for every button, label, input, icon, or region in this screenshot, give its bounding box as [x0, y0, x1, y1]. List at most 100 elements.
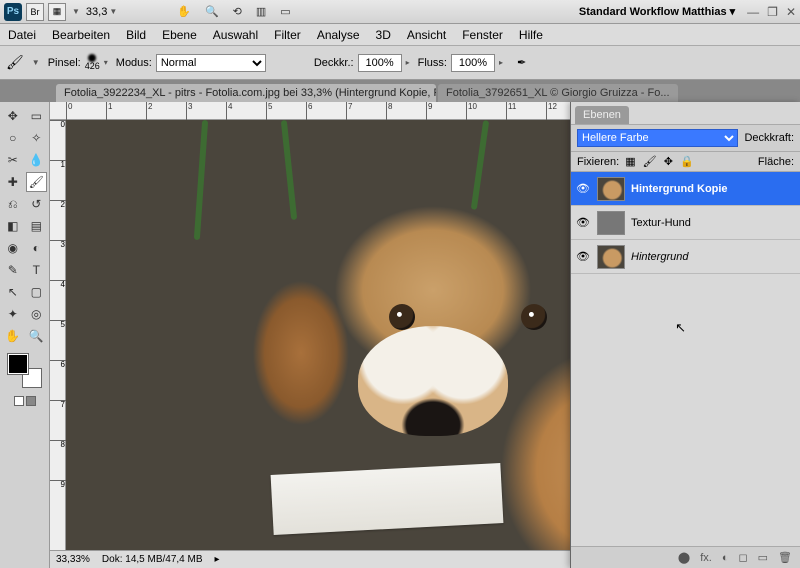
airbrush-icon[interactable]: ✒ — [517, 56, 526, 69]
layer-thumbnail[interactable] — [597, 177, 625, 201]
arrange-icon[interactable]: ▥ — [256, 5, 266, 18]
menu-analyse[interactable]: Analyse — [317, 28, 360, 42]
healing-tool-icon[interactable]: ✚ — [2, 172, 24, 192]
lasso-tool-icon[interactable]: ○ — [2, 128, 24, 148]
dropdown-icon[interactable]: ▸ — [215, 554, 220, 565]
fx-icon[interactable]: fx. — [700, 552, 712, 564]
menu-3d[interactable]: 3D — [376, 28, 391, 42]
grass — [281, 120, 297, 220]
status-zoom[interactable]: 33,33% — [56, 554, 90, 565]
lock-position-icon[interactable]: ✥ — [664, 156, 673, 168]
layer-thumbnail[interactable] — [597, 211, 625, 235]
dog-eye — [389, 304, 415, 330]
3d-camera-icon[interactable]: ◎ — [26, 304, 48, 324]
visibility-icon[interactable]: 👁 — [575, 216, 591, 229]
brush-preview[interactable]: 426 — [85, 54, 100, 71]
hand-tool-icon[interactable]: ✋ — [2, 326, 24, 346]
opacity-label: Deckkr.: — [314, 57, 354, 69]
close-icon[interactable]: ✕ — [786, 5, 796, 19]
eraser-tool-icon[interactable]: ◧ — [2, 216, 24, 236]
eyedropper-tool-icon[interactable]: 💧 — [26, 150, 48, 170]
layer-blend-mode-select[interactable]: Hellere Farbe — [577, 129, 738, 147]
dropdown-icon: ▼ — [72, 7, 80, 16]
mode-label: Modus: — [116, 57, 152, 69]
quickmask-icon[interactable] — [14, 396, 24, 406]
mask-icon[interactable]: ◐ — [722, 552, 729, 564]
screenmode-icon[interactable] — [26, 396, 36, 406]
dropdown-icon[interactable]: ▸ — [406, 58, 410, 67]
path-tool-icon[interactable]: ↖ — [2, 282, 24, 302]
dodge-tool-icon[interactable]: ◐ — [26, 238, 48, 258]
menu-ebene[interactable]: Ebene — [162, 28, 197, 42]
layer-opacity-label: Deckkraft: — [744, 132, 794, 144]
layer-row[interactable]: 👁 Textur-Hund — [571, 206, 800, 240]
lock-all-icon[interactable]: 🔒 — [680, 156, 694, 168]
new-layer-icon[interactable]: ▭ — [758, 551, 768, 564]
pen-tool-icon[interactable]: ✎ — [2, 260, 24, 280]
layer-name[interactable]: Hintergrund Kopie — [631, 183, 796, 195]
visibility-icon[interactable]: 👁 — [575, 182, 591, 195]
menu-filter[interactable]: Filter — [274, 28, 301, 42]
delete-layer-icon[interactable]: 🗑 — [778, 551, 792, 564]
shape-tool-icon[interactable]: ▢ — [26, 282, 48, 302]
toolbox: ✥▭ ○✧ ✂💧 ✚🖌 ⎌↺ ◧▤ ◉◐ ✎T ↖▢ ✦◎ ✋🔍 — [0, 102, 50, 568]
wand-tool-icon[interactable]: ✧ — [26, 128, 48, 148]
3d-tool-icon[interactable]: ✦ — [2, 304, 24, 324]
dropdown-icon[interactable]: ▾ — [104, 58, 108, 67]
screen-mode-icon[interactable]: ▭ — [280, 5, 290, 18]
layer-name[interactable]: Hintergrund — [631, 251, 796, 263]
type-tool-icon[interactable]: T — [26, 260, 48, 280]
hand-tool-icon[interactable]: ✋ — [177, 5, 191, 18]
menu-bild[interactable]: Bild — [126, 28, 146, 42]
stamp-tool-icon[interactable]: ⎌ — [2, 194, 24, 214]
flow-label: Fluss: — [418, 57, 447, 69]
tab-inactive[interactable]: Fotolia_3792651_XL © Giorgio Gruizza - F… — [438, 84, 678, 102]
layer-row[interactable]: 👁 Hintergrund Kopie — [571, 172, 800, 206]
flow-value[interactable]: 100% — [451, 54, 495, 72]
blur-tool-icon[interactable]: ◉ — [2, 238, 24, 258]
blend-mode-select[interactable]: Normal — [156, 54, 266, 72]
layer-thumbnail[interactable] — [597, 245, 625, 269]
lock-pixels-icon[interactable]: 🖌 — [643, 156, 657, 168]
tool-preset-dropdown-icon[interactable]: ▼ — [32, 58, 40, 67]
rotate-view-icon[interactable]: ⟲ — [233, 5, 242, 18]
dropdown-icon[interactable]: ▼ — [109, 7, 117, 16]
menu-auswahl[interactable]: Auswahl — [213, 28, 258, 42]
menu-hilfe[interactable]: Hilfe — [519, 28, 543, 42]
ruler-vertical[interactable]: 0123456789 — [50, 120, 66, 568]
adjustment-icon[interactable]: ◻ — [738, 551, 747, 564]
minibridge-icon[interactable]: ▦ — [48, 3, 66, 21]
menu-fenster[interactable]: Fenster — [462, 28, 503, 42]
layer-row[interactable]: 👁 Hintergrund — [571, 240, 800, 274]
tab-active[interactable]: Fotolia_3922234_XL - pitrs - Fotolia.com… — [56, 84, 436, 102]
photoshop-icon[interactable]: Ps — [4, 3, 22, 21]
lock-transparency-icon[interactable]: ▦ — [625, 156, 635, 168]
zoom-level[interactable]: 33,3 — [86, 6, 107, 18]
color-swatches[interactable] — [8, 354, 42, 388]
move-tool-icon[interactable]: ✥ — [2, 106, 24, 126]
doc-size-value: 14,5 MB/47,4 MB — [125, 554, 202, 565]
panel-tab-ebenen[interactable]: Ebenen — [575, 106, 629, 124]
history-brush-icon[interactable]: ↺ — [26, 194, 48, 214]
zoom-tool-icon[interactable]: 🔍 — [205, 5, 219, 18]
menu-datei[interactable]: Datei — [8, 28, 36, 42]
visibility-icon[interactable]: 👁 — [575, 250, 591, 263]
foreground-color[interactable] — [8, 354, 28, 374]
zoom-tool-icon[interactable]: 🔍 — [26, 326, 48, 346]
menu-bearbeiten[interactable]: Bearbeiten — [52, 28, 110, 42]
minimize-icon[interactable]: — — [747, 5, 759, 19]
gradient-tool-icon[interactable]: ▤ — [26, 216, 48, 236]
link-layers-icon[interactable]: ⬤ — [678, 551, 690, 564]
layer-name[interactable]: Textur-Hund — [631, 217, 796, 229]
brush-tool-icon[interactable]: 🖌 — [6, 54, 24, 71]
crop-tool-icon[interactable]: ✂ — [2, 150, 24, 170]
marquee-tool-icon[interactable]: ▭ — [26, 106, 48, 126]
menu-ansicht[interactable]: Ansicht — [407, 28, 446, 42]
bridge-icon[interactable]: Br — [26, 3, 44, 21]
brush-tool-icon[interactable]: 🖌 — [26, 172, 48, 192]
opacity-value[interactable]: 100% — [358, 54, 402, 72]
dropdown-icon[interactable]: ▸ — [499, 58, 503, 67]
menu-bar: Datei Bearbeiten Bild Ebene Auswahl Filt… — [0, 24, 800, 46]
restore-icon[interactable]: ❐ — [767, 5, 778, 19]
workspace-switcher[interactable]: Standard Workflow Matthias ▾ — [579, 5, 735, 18]
